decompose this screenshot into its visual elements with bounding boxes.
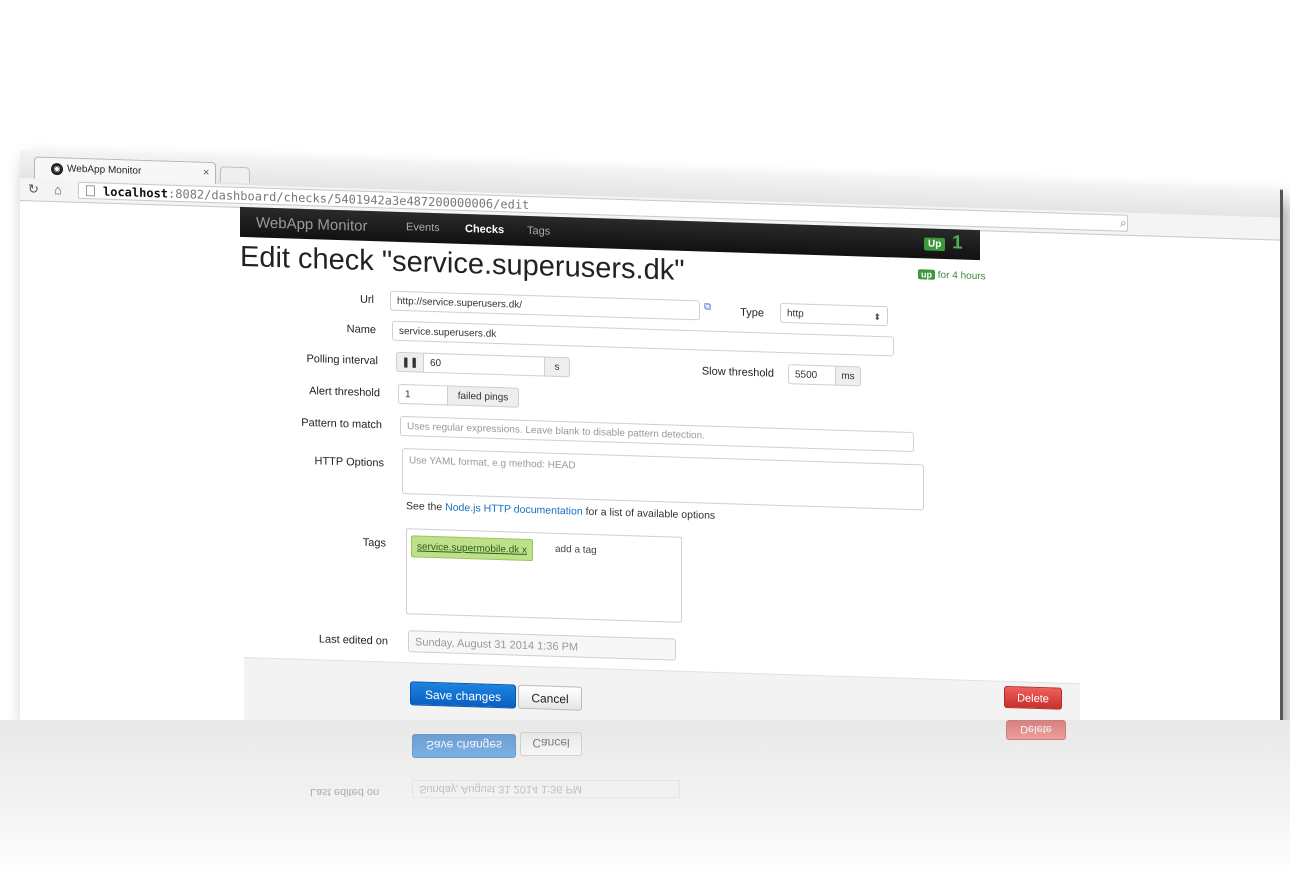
save-button[interactable]: Save changes [410,681,516,709]
reflected-save-button: Save changes [412,734,516,758]
reflection-surface [0,720,1290,876]
delete-button[interactable]: Delete [1004,685,1062,710]
tag-remove-icon[interactable]: x [522,545,527,556]
reflected-cancel-button: Cancel [520,732,582,756]
reflected-delete-button: Delete [1006,720,1066,740]
tags-label: Tags [362,536,386,550]
name-input[interactable]: service.superusers.dk [392,320,894,357]
url-host: localhost [103,184,169,201]
pause-icon: ❚❚ [401,356,419,369]
reload-icon[interactable]: ↻ [28,181,39,197]
last-edited-field: Sunday, August 31 2014 1:36 PM [408,630,676,661]
name-label: Name [346,323,376,337]
slow-threshold-label: Slow threshold [701,365,774,380]
alert-threshold-input[interactable]: 1 [398,383,448,406]
tag-chip[interactable]: service.supermobile.dk x [411,535,534,562]
nodejs-docs-link[interactable]: Node.js HTTP documentation [445,501,583,517]
page-icon [86,185,95,197]
alert-threshold-label: Alert threshold [309,385,380,400]
polling-unit: s [544,356,570,378]
page-content: WebApp Monitor Events Checks Tags Up 1 E… [20,200,1280,760]
last-edited-label: Last edited on [318,633,388,648]
status-duration: for 4 hours [937,269,986,283]
pattern-label: Pattern to match [301,416,382,432]
nav-checks[interactable]: Checks [465,223,504,236]
zoom-icon[interactable]: ⌕ [1120,216,1127,231]
reflected-last-edited-label: Last edited on [310,786,380,798]
polling-interval-label: Polling interval [306,353,378,368]
polling-interval-input[interactable]: 60 [423,352,545,377]
select-arrows-icon: ⬍ [873,311,881,323]
reflected-last-edited-field: Sunday, August 31 2014 1:36 PM [412,780,680,798]
up-count[interactable]: 1 [952,232,963,254]
new-tab-button[interactable] [220,166,250,184]
type-select[interactable]: http ⬍ [780,302,888,327]
webapp-favicon-icon: ◉ [51,162,63,176]
add-tag-input[interactable]: add a tag [555,544,597,556]
browser-window: ◉ WebApp Monitor × ↻ ⌂ localhost:8082/da… [20,150,1283,762]
type-selected-value: http [787,308,804,320]
http-help-prefix: See the [406,500,446,514]
home-icon[interactable]: ⌂ [54,182,62,197]
tags-input-box[interactable]: service.supermobile.dk x add a tag [406,528,682,623]
close-tab-icon[interactable]: × [203,167,209,179]
http-options-label: HTTP Options [314,455,385,470]
nav-tags[interactable]: Tags [527,225,550,238]
up-badge[interactable]: Up [924,237,946,252]
slow-threshold-input[interactable]: 5500 [788,364,836,386]
status-badge: up [918,269,935,280]
http-options-textarea[interactable]: Use YAML format, e.g method: HEAD [402,448,924,511]
cancel-button[interactable]: Cancel [518,684,582,711]
reflection: Save changes Cancel Delete Last edited o… [0,720,1290,876]
pause-button[interactable]: ❚❚ [396,351,424,373]
http-help-suffix: for a list of available options [582,505,716,522]
slow-threshold-unit: ms [835,365,861,387]
alert-threshold-unit: failed pings [447,385,519,408]
brand-link[interactable]: WebApp Monitor [256,214,367,235]
screenshot-stage: ◉ WebApp Monitor × ↻ ⌂ localhost:8082/da… [0,0,1290,876]
tag-chip-label: service.supermobile.dk [417,541,520,556]
http-options-help: See the Node.js HTTP documentation for a… [406,500,715,522]
nav-events[interactable]: Events [406,221,440,234]
browser-tab-title: WebApp Monitor [67,163,142,177]
url-label: Url [359,293,374,307]
pattern-input[interactable]: Uses regular expressions. Leave blank to… [400,415,914,453]
status-indicator: up for 4 hours [918,269,986,282]
